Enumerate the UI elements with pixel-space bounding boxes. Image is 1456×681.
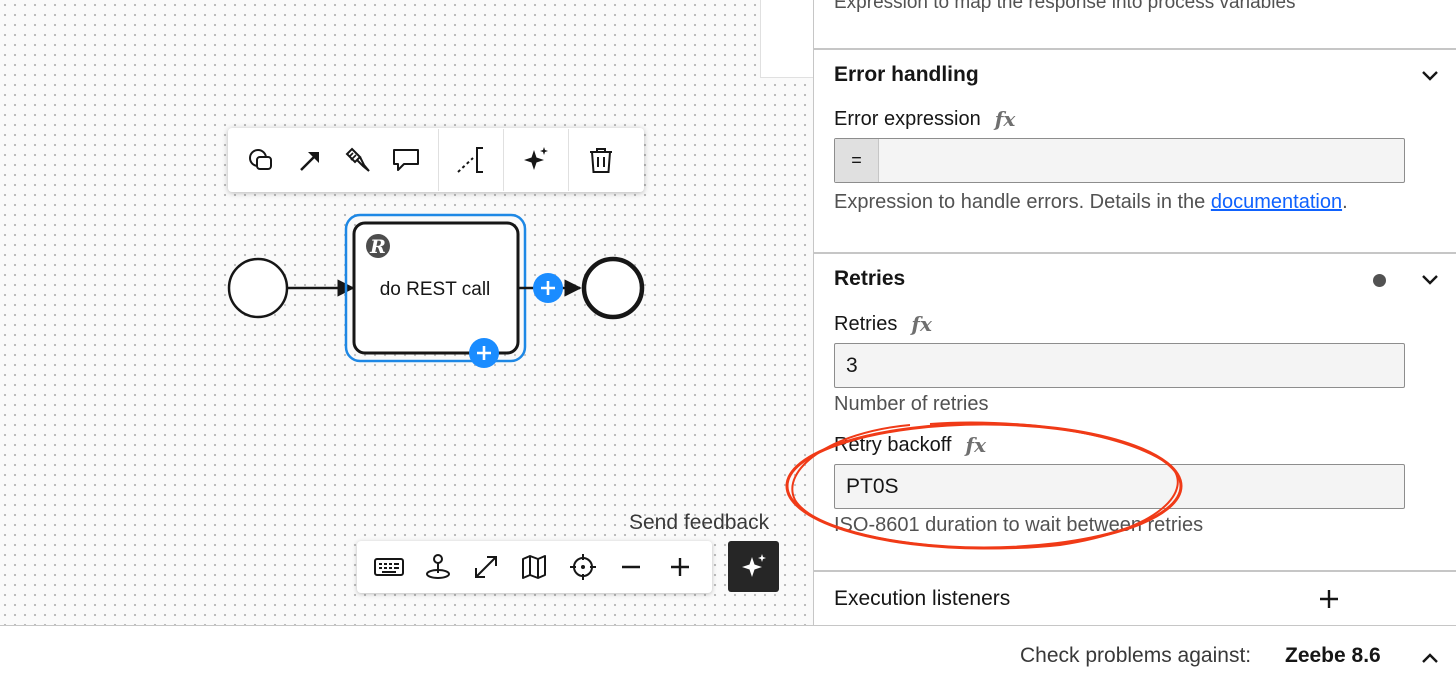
fx-icon[interactable]: fx [995, 107, 1016, 131]
end-event[interactable] [581, 256, 645, 320]
fx-icon[interactable]: fx [965, 433, 986, 457]
group-divider [814, 48, 1456, 50]
engine-version-selector[interactable]: Zeebe 8.6 [1285, 644, 1381, 668]
retries-input[interactable]: 3 [834, 343, 1405, 388]
error-expression-description: Expression to handle errors. Details in … [834, 191, 1348, 213]
chevron-down-icon[interactable] [1417, 63, 1443, 89]
joystick-icon[interactable] [413, 543, 461, 591]
ai-sparkle-icon [741, 553, 766, 577]
data-marker-dot [1373, 274, 1386, 287]
context-pad-divider [438, 129, 439, 191]
status-bar: Check problems against: Zeebe 8.6 [0, 625, 1456, 681]
chevron-down-icon[interactable] [1417, 267, 1443, 293]
connect-arrow-icon[interactable] [286, 136, 334, 184]
context-pad [228, 128, 644, 192]
append-flow-plus-icon[interactable] [533, 273, 563, 303]
chevron-up-icon[interactable] [1418, 647, 1442, 671]
error-expression-input[interactable]: = [834, 138, 1405, 183]
feel-expression-prefix: = [835, 139, 879, 182]
zoom-in-icon[interactable] [656, 543, 704, 591]
context-pad-divider [568, 129, 569, 191]
append-element-plus-icon[interactable] [469, 338, 499, 368]
zoom-out-icon[interactable] [607, 543, 655, 591]
fx-icon[interactable]: fx [911, 312, 932, 336]
retries-label: Retries fx [834, 312, 932, 336]
documentation-link[interactable]: documentation [1211, 191, 1342, 213]
ai-sparkle-icon[interactable] [512, 136, 560, 184]
retry-backoff-input[interactable]: PT0S [834, 464, 1405, 509]
canvas-toolbar [357, 541, 712, 593]
add-listener-plus-icon[interactable] [1317, 587, 1341, 611]
task-label: do REST call [380, 279, 491, 300]
check-problems-label: Check problems against: [1020, 644, 1252, 667]
bpmn-canvas[interactable]: R do REST call Send feedback [0, 0, 813, 625]
fullscreen-icon[interactable] [462, 543, 510, 591]
shapes-icon[interactable] [238, 136, 286, 184]
retry-backoff-label: Retry backoff fx [834, 433, 986, 457]
comment-icon[interactable] [382, 136, 430, 184]
ai-assistant-button[interactable] [728, 541, 779, 592]
properties-panel: Expression to map the response into proc… [813, 0, 1456, 625]
reset-view-icon[interactable] [559, 543, 607, 591]
retry-backoff-description: ISO-8601 duration to wait between retrie… [834, 514, 1204, 536]
group-divider [814, 252, 1456, 254]
text-annotation-icon[interactable] [447, 136, 495, 184]
keyboard-icon[interactable] [365, 543, 413, 591]
execution-listeners-title[interactable]: Execution listeners [834, 587, 1010, 611]
start-event[interactable] [227, 257, 289, 319]
group-divider [814, 570, 1456, 572]
trash-icon[interactable] [577, 136, 625, 184]
send-feedback-link[interactable]: Send feedback [629, 511, 769, 535]
retries-description: Number of retries [834, 393, 989, 415]
rest-connector-marker-icon: R [366, 234, 390, 258]
minimap-icon[interactable] [510, 543, 558, 591]
response-expression-description: Expression to map the response into proc… [834, 0, 1296, 13]
retries-group-title[interactable]: Retries [834, 267, 905, 291]
svg-text:R: R [369, 236, 386, 258]
context-pad-divider [503, 129, 504, 191]
paint-brush-icon[interactable] [334, 136, 382, 184]
error-expression-label: Error expression fx [834, 107, 1016, 131]
error-handling-group-title[interactable]: Error handling [834, 63, 979, 87]
